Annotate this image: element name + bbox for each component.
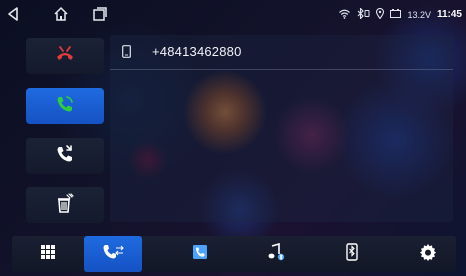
back-icon[interactable] bbox=[6, 6, 20, 22]
answer-button[interactable] bbox=[26, 88, 104, 124]
bluetooth-music-icon bbox=[267, 242, 285, 266]
call-log-icon bbox=[102, 244, 124, 265]
hang-up-button[interactable] bbox=[26, 38, 104, 74]
dialed-number: +48413462880 bbox=[152, 44, 242, 59]
nav-bt-music[interactable] bbox=[252, 236, 300, 272]
bluetooth-icon bbox=[356, 7, 370, 21]
switch-call-button[interactable] bbox=[26, 138, 104, 174]
home-icon[interactable] bbox=[53, 6, 69, 22]
bluetooth-phone-icon bbox=[346, 242, 358, 266]
wifi-icon bbox=[339, 9, 351, 21]
contacts-icon bbox=[192, 244, 208, 265]
dial-panel: +48413462880 bbox=[110, 35, 453, 222]
settings-gear-icon bbox=[419, 243, 437, 266]
battery-icon bbox=[390, 9, 402, 20]
location-icon bbox=[376, 7, 385, 21]
bottom-nav bbox=[12, 236, 456, 272]
dialed-number-row[interactable]: +48413462880 bbox=[110, 35, 453, 70]
phone-switch-icon bbox=[55, 144, 75, 169]
phone-answer-icon bbox=[55, 94, 75, 119]
voltage-readout: 13.2V bbox=[407, 9, 431, 20]
clock: 11:45 bbox=[436, 9, 462, 20]
status-bar: 13.2V 11:45 bbox=[0, 0, 466, 30]
phone-screen: 13.2V 11:45 +48413462880 bbox=[0, 0, 466, 276]
keypad-grid-icon bbox=[40, 244, 56, 265]
recent-apps-icon[interactable] bbox=[92, 6, 108, 22]
nav-call-log[interactable] bbox=[84, 236, 142, 272]
mobile-phone-icon bbox=[122, 45, 131, 63]
nav-bt-devices[interactable] bbox=[328, 236, 376, 272]
nav-settings[interactable] bbox=[404, 236, 452, 272]
trash-icon bbox=[54, 192, 76, 219]
nav-contacts[interactable] bbox=[176, 236, 224, 272]
phone-hangup-icon bbox=[54, 45, 76, 68]
nav-keypad[interactable] bbox=[22, 236, 74, 272]
delete-button[interactable] bbox=[26, 187, 104, 223]
